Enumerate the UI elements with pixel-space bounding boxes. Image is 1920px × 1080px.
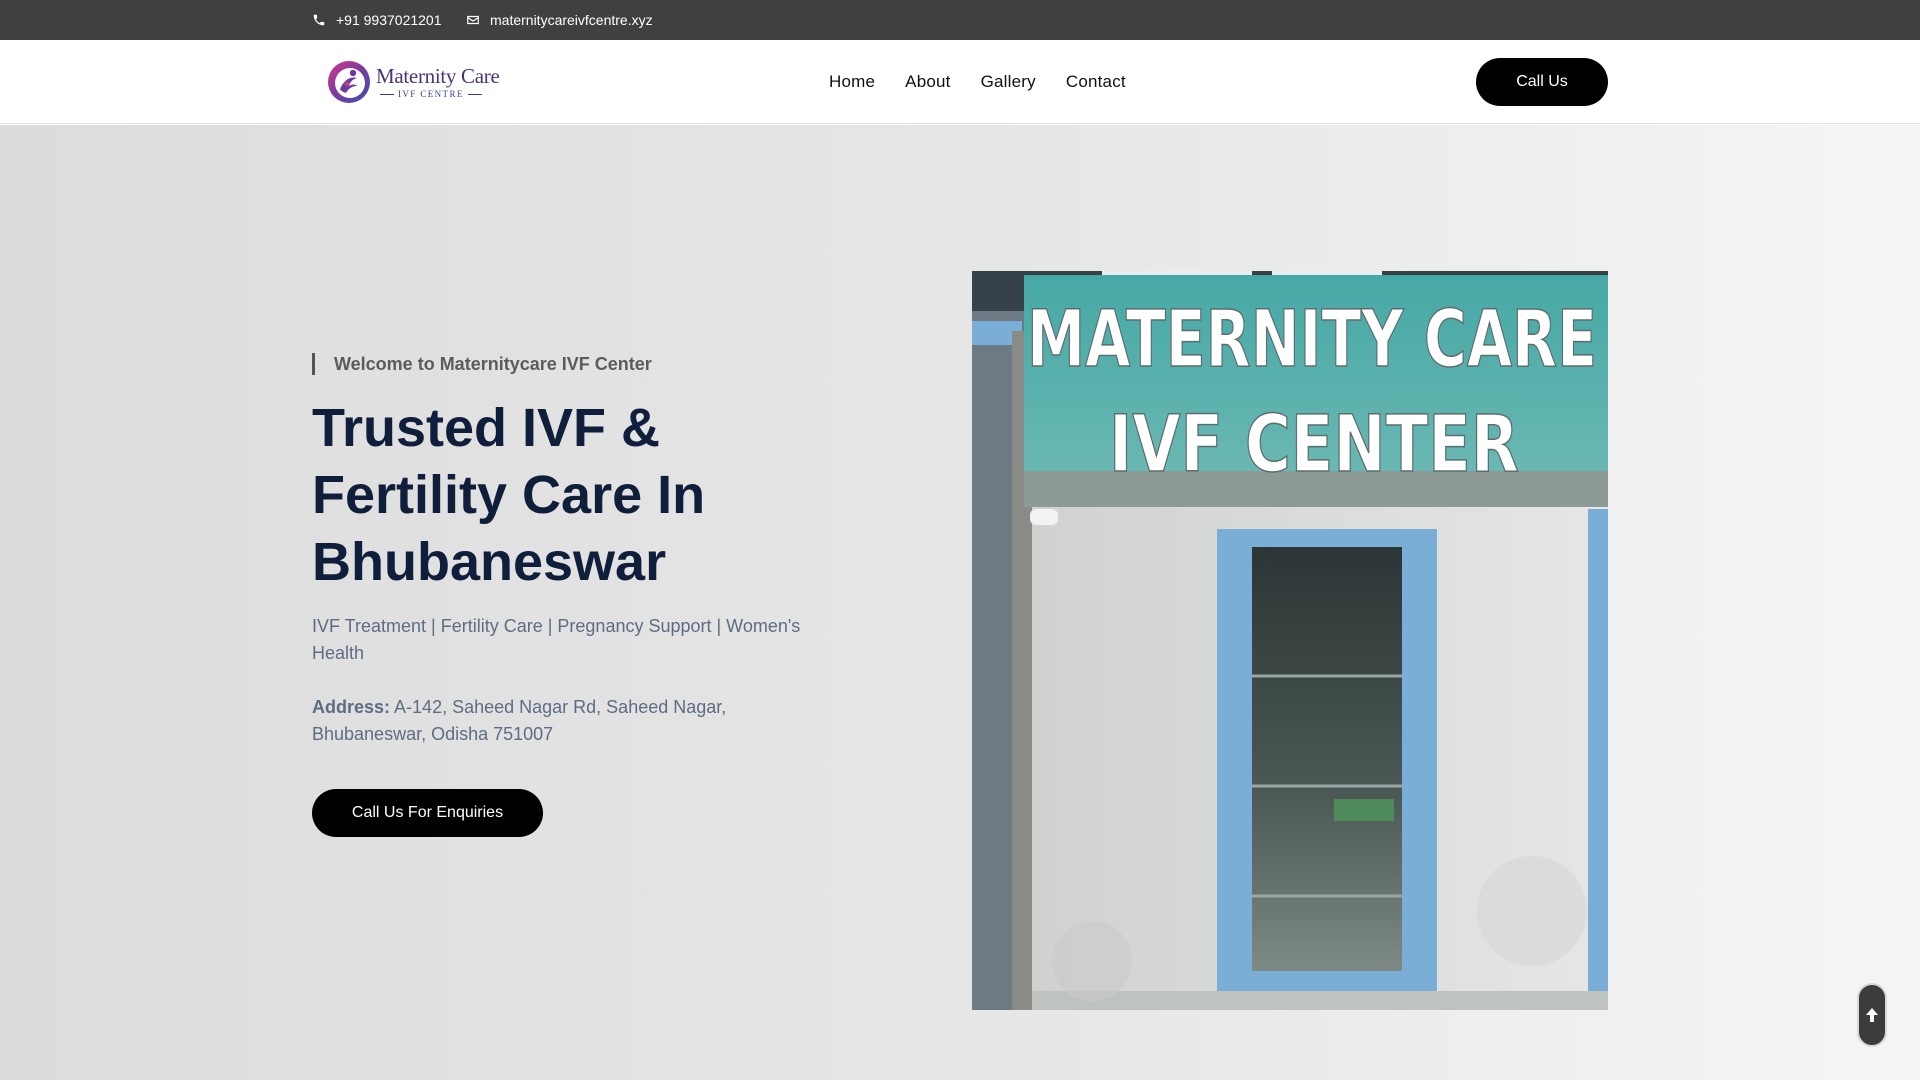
sign-text-line-2: IVF CENTER [1109,400,1519,490]
hero-headline: Trusted IVF & Fertility Care In Bhubanes… [312,395,872,596]
storefront-illustration: MATERNITY CARE IVF CENTER [972,271,1608,1010]
hero-address: Address: A-142, Saheed Nagar Rd, Saheed … [312,694,832,748]
topbar-phone-text: +91 9937021201 [336,12,442,28]
sign-text-line-1: MATERNITY CARE [1027,295,1597,385]
envelope-icon [467,15,479,25]
site-header: Maternity Care IVF CENTRE Home About Gal… [0,40,1920,124]
clinic-storefront-photo: MATERNITY CARE IVF CENTER [972,271,1608,1010]
phone-icon [313,14,325,26]
hero-section: Welcome to Maternitycare IVF Center Trus… [0,125,1920,1080]
hero-headline-line-2: Fertility Care In [312,465,706,525]
logo-rule-right [467,93,482,95]
address-label: Address: [312,697,391,717]
hero-headline-line-1: Trusted IVF & [312,398,661,458]
top-contact-bar: +91 9937021201 maternitycareivfcentre.xy… [0,0,1920,40]
hero-welcome-text: Welcome to Maternitycare IVF Center [312,353,652,375]
mother-baby-logo-icon [328,61,370,103]
hero-services: IVF Treatment | Fertility Care | Pregnan… [312,616,801,663]
logo-rule-left [380,93,394,95]
main-nav: Home About Gallery Contact [829,40,1156,124]
nav-about[interactable]: About [905,72,950,92]
nav-home[interactable]: Home [829,72,875,92]
topbar-email[interactable]: maternitycareivfcentre.xyz [466,0,653,40]
call-us-button[interactable]: Call Us [1476,58,1608,106]
logo-title: Maternity Care [376,63,500,88]
hero-headline-line-3: Bhubaneswar [312,532,667,592]
nav-gallery[interactable]: Gallery [981,72,1036,92]
topbar-email-text: maternitycareivfcentre.xyz [490,12,653,28]
call-for-enquiries-button[interactable]: Call Us For Enquiries [312,789,543,837]
scroll-to-top-button[interactable] [1857,983,1887,1047]
logo-subtitle: IVF CENTRE [398,88,464,99]
logo-wordmark: Maternity Care IVF CENTRE [376,63,500,99]
site-logo[interactable]: Maternity Care IVF CENTRE [326,58,502,106]
logo-subtitle-row: IVF CENTRE [376,88,500,99]
arrow-up-icon [1866,1008,1878,1022]
nav-contact[interactable]: Contact [1066,72,1126,92]
topbar-phone[interactable]: +91 9937021201 [312,0,442,40]
